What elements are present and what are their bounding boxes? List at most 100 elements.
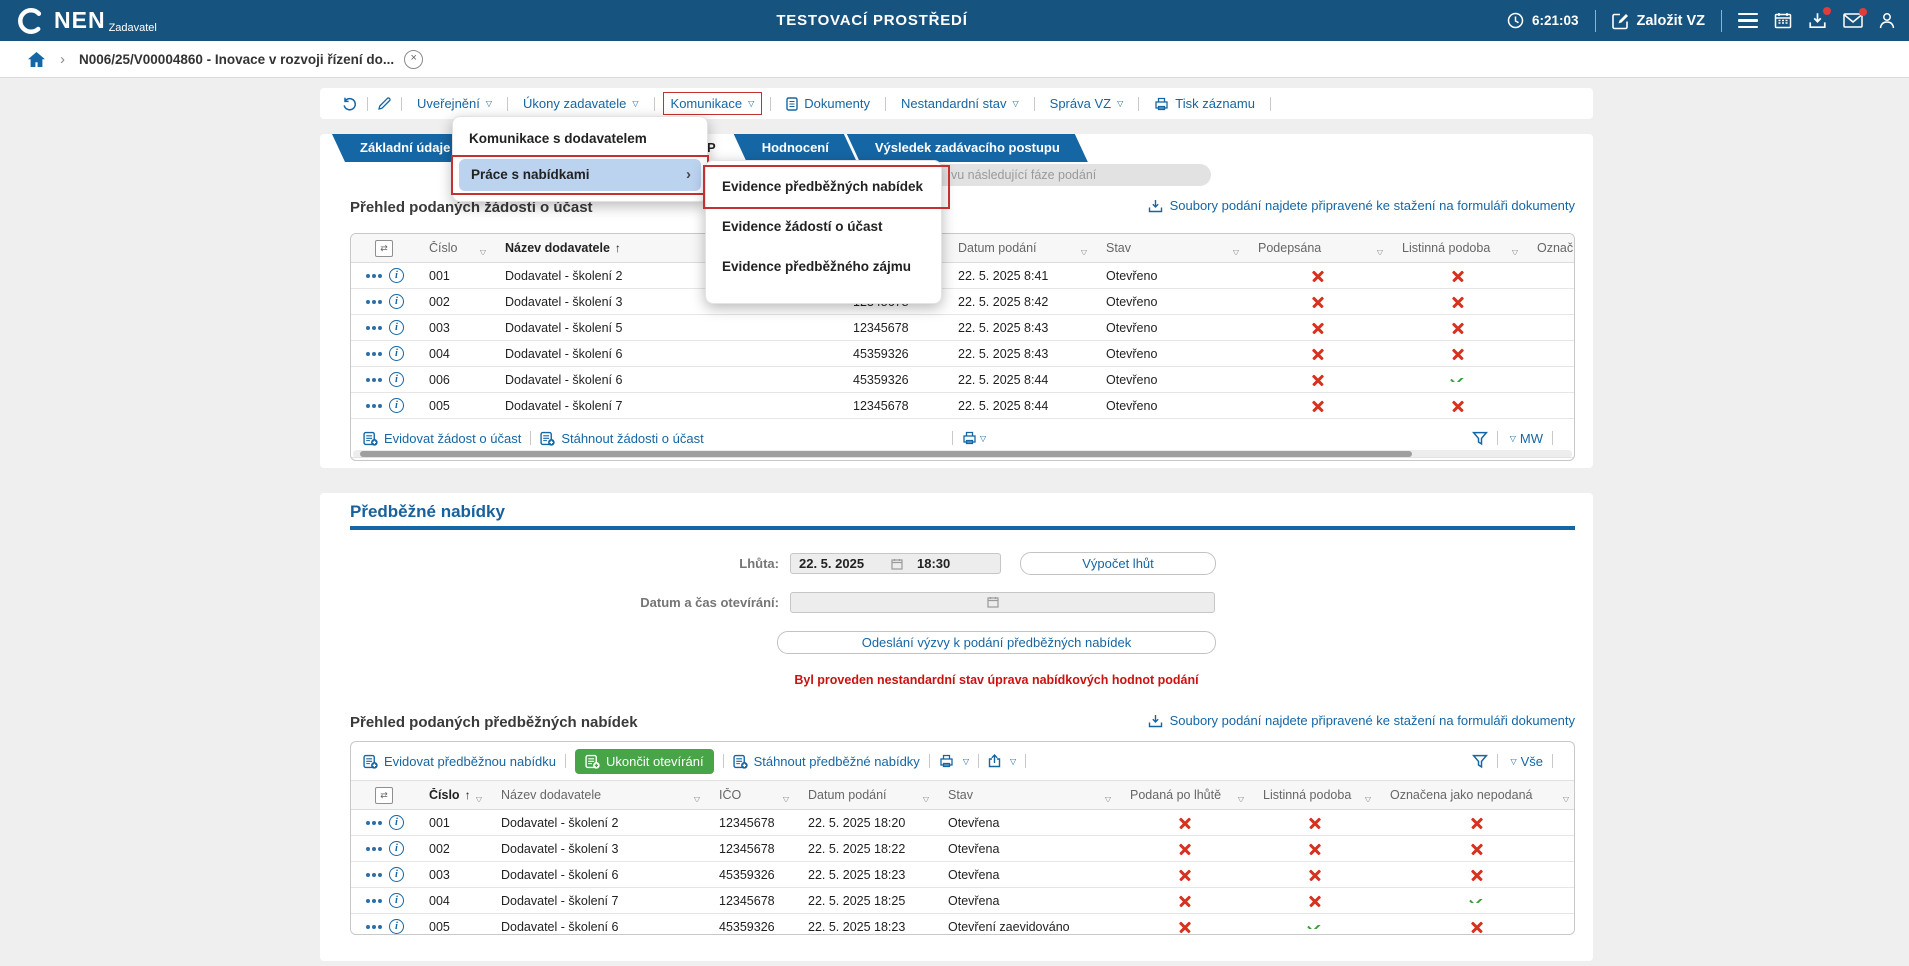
- submenu-item-evidence-zadosti-o-ucast[interactable]: Evidence žádostí o účast: [706, 207, 941, 247]
- info-icon[interactable]: i: [389, 320, 404, 335]
- info-icon[interactable]: i: [389, 867, 404, 882]
- row-menu-icon[interactable]: [366, 847, 370, 851]
- column-header-nazev-dodavatele[interactable]: Název dodavatele▽: [489, 788, 707, 802]
- menu-tisk-zaznamu[interactable]: Tisk záznamu: [1148, 93, 1261, 114]
- tab-vysledek-zadavaciho-postupu[interactable]: Výsledek zadávacího postupu: [847, 134, 1088, 162]
- column-header-settings[interactable]: ⇄: [351, 240, 417, 257]
- info-icon[interactable]: i: [389, 919, 404, 934]
- column-header-settings[interactable]: ⇄: [351, 787, 417, 804]
- nen-logo[interactable]: NEN Zadavatel: [14, 4, 157, 38]
- column-header-datum-podani[interactable]: Datum podání▽: [796, 788, 936, 802]
- mail-icon[interactable]: [1843, 13, 1863, 28]
- row-menu-icon[interactable]: [366, 300, 370, 304]
- filter-caret-icon[interactable]: ▽: [1365, 795, 1371, 802]
- row-menu-icon[interactable]: [366, 326, 370, 330]
- info-icon[interactable]: i: [389, 372, 404, 387]
- row-menu-icon[interactable]: [366, 352, 370, 356]
- menu-ukony-zadavatele[interactable]: Úkony zadavatele▽: [517, 93, 645, 114]
- print-button[interactable]: ▽: [939, 754, 969, 768]
- submenu-item-evidence-predbeznych-nabidek[interactable]: Evidence předběžných nabídek: [706, 167, 941, 207]
- menu-item-prace-s-nabidkami[interactable]: Práce s nabídkami›: [459, 159, 701, 191]
- column-header-oznacena-jako-nepodana[interactable]: Označena jako nepodaná▽: [1378, 788, 1575, 802]
- home-icon[interactable]: [27, 51, 46, 68]
- stahnout-zadosti-o-ucast-button[interactable]: Stáhnout žádosti o účast: [540, 431, 703, 446]
- column-header-listinna-podoba[interactable]: Listinná podoba▽: [1390, 241, 1525, 255]
- table-row[interactable]: i001Dodavatel - školení 21234567822. 5. …: [351, 810, 1575, 836]
- menu-nestandardni-stav[interactable]: Nestandardní stav▽: [895, 93, 1025, 114]
- column-header-cislo[interactable]: Číslo▽: [417, 241, 493, 255]
- chevron-down-icon[interactable]: ▽: [1510, 434, 1516, 443]
- evidovat-zadost-o-ucast-button[interactable]: Evidovat žádost o účast: [363, 431, 521, 446]
- filter-caret-icon[interactable]: ▽: [1105, 795, 1111, 802]
- printer-icon[interactable]: [962, 431, 977, 445]
- pencil-icon[interactable]: [377, 96, 392, 111]
- calc-deadlines-button[interactable]: Výpočet lhůt: [1020, 552, 1216, 575]
- submenu-item-evidence-predbezneho-zajmu[interactable]: Evidence předběžného zájmu: [706, 247, 941, 287]
- downloads-icon[interactable]: [1808, 12, 1827, 29]
- tab-hodnoceni[interactable]: Hodnocení: [734, 134, 857, 162]
- filter-funnel-icon[interactable]: [1472, 431, 1488, 446]
- row-menu-icon[interactable]: [366, 274, 370, 278]
- menu-uverejneni[interactable]: Uveřejnění▽: [411, 93, 498, 114]
- filter-caret-icon[interactable]: ▽: [1377, 248, 1383, 255]
- info-icon[interactable]: i: [389, 893, 404, 908]
- column-header-datum-podani[interactable]: Datum podání▽: [946, 241, 1094, 255]
- filter-caret-icon[interactable]: ▽: [1238, 795, 1244, 802]
- export-button[interactable]: ▽: [988, 754, 1016, 768]
- undo-icon[interactable]: [342, 97, 358, 111]
- column-header-stav[interactable]: Stav▽: [1094, 241, 1246, 255]
- ukoncit-otevirani-button[interactable]: Ukončit otevírání: [575, 749, 714, 774]
- calendar-small-icon[interactable]: [987, 596, 999, 608]
- table-row[interactable]: i005Dodavatel - školení 64535932622. 5. …: [351, 914, 1575, 935]
- table-row[interactable]: i002Dodavatel - školení 31234567822. 5. …: [351, 289, 1575, 315]
- filter-preset-label[interactable]: MW: [1520, 431, 1543, 446]
- create-vz-button[interactable]: Založit VZ: [1612, 12, 1705, 30]
- filter-caret-icon[interactable]: ▽: [694, 795, 700, 802]
- opening-field[interactable]: [790, 592, 1215, 613]
- menu-item-komunikace-s-dodavatelem[interactable]: Komunikace s dodavatelem: [453, 121, 707, 157]
- row-menu-icon[interactable]: [366, 899, 370, 903]
- breadcrumb-item[interactable]: N006/25/V00004860 - Inovace v rozvoji ří…: [79, 52, 394, 67]
- send-call-button[interactable]: Odeslání výzvy k podání předběžných nabí…: [777, 631, 1216, 654]
- table-row[interactable]: i003Dodavatel - školení 64535932622. 5. …: [351, 862, 1575, 888]
- table-row[interactable]: i002Dodavatel - školení 31234567822. 5. …: [351, 836, 1575, 862]
- column-settings-icon[interactable]: ⇄: [375, 787, 393, 804]
- menu-hamburger-icon[interactable]: [1738, 13, 1758, 29]
- filter-caret-icon[interactable]: ▽: [1233, 248, 1239, 255]
- info-icon[interactable]: i: [389, 346, 404, 361]
- menu-komunikace[interactable]: Komunikace▽: [663, 92, 763, 115]
- filter-caret-icon[interactable]: ▽: [923, 795, 929, 802]
- row-menu-icon[interactable]: [366, 821, 370, 825]
- evidovat-predbeznou-nabidku-button[interactable]: Evidovat předběžnou nabídku: [363, 754, 556, 769]
- deadline-field[interactable]: 22. 5. 2025 18:30: [790, 553, 1001, 574]
- column-settings-icon[interactable]: ⇄: [375, 240, 393, 257]
- info-icon[interactable]: i: [389, 294, 404, 309]
- filter-caret-icon[interactable]: ▽: [1512, 248, 1518, 255]
- table-row[interactable]: i004Dodavatel - školení 71234567822. 5. …: [351, 888, 1575, 914]
- chevron-down-icon[interactable]: ▽: [1510, 757, 1516, 766]
- download-note-link[interactable]: Soubory podání najdete připravené ke sta…: [1148, 198, 1575, 213]
- deadline-time-value[interactable]: 18:30: [917, 556, 950, 571]
- column-header-stav[interactable]: Stav▽: [936, 788, 1118, 802]
- user-icon[interactable]: [1879, 12, 1895, 29]
- column-header-podepsana[interactable]: Podepsána▽: [1246, 241, 1390, 255]
- table-row[interactable]: i001Dodavatel - školení 21234567822. 5. …: [351, 263, 1575, 289]
- table-row[interactable]: i005Dodavatel - školení 71234567822. 5. …: [351, 393, 1575, 419]
- column-header-listinna-podoba[interactable]: Listinná podoba▽: [1251, 788, 1378, 802]
- calendar-small-icon[interactable]: [891, 558, 903, 570]
- info-icon[interactable]: i: [389, 815, 404, 830]
- row-menu-icon[interactable]: [366, 378, 370, 382]
- info-icon[interactable]: i: [389, 268, 404, 283]
- stahnout-predbezne-nabidky-button[interactable]: Stáhnout předběžné nabídky: [733, 754, 920, 769]
- menu-dokumenty[interactable]: Dokumenty: [780, 93, 876, 114]
- info-icon[interactable]: i: [389, 398, 404, 413]
- download-note-link[interactable]: Soubory podání najdete připravené ke sta…: [1148, 713, 1575, 728]
- table-row[interactable]: i003Dodavatel - školení 51234567822. 5. …: [351, 315, 1575, 341]
- filter-caret-icon[interactable]: ▽: [1081, 248, 1087, 255]
- row-menu-icon[interactable]: [366, 404, 370, 408]
- filter-caret-icon[interactable]: ▽: [480, 248, 486, 255]
- column-header-oznac[interactable]: Označ▽: [1525, 241, 1575, 255]
- close-icon[interactable]: ×: [404, 50, 423, 69]
- filter-caret-icon[interactable]: ▽: [783, 795, 789, 802]
- row-menu-icon[interactable]: [366, 873, 370, 877]
